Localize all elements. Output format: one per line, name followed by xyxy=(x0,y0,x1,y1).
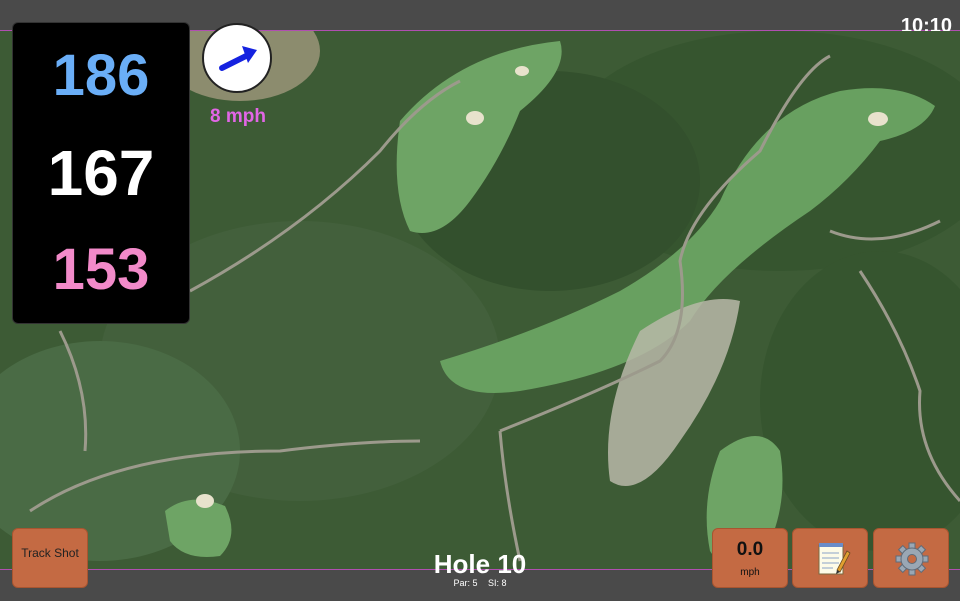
front-distance: 153 xyxy=(52,237,150,302)
wind-arrow-icon xyxy=(219,46,257,71)
track-shot-label: Track Shot xyxy=(21,546,79,560)
speed-unit: mph xyxy=(740,567,760,578)
par-label: Par: 5 xyxy=(453,578,478,588)
speed-button[interactable]: 0.0 mph xyxy=(712,528,788,588)
wind-dial xyxy=(202,23,272,93)
hole-title: Hole 10 xyxy=(433,549,527,579)
stroke-index-label: SI: 8 xyxy=(488,578,507,588)
track-shot-button[interactable]: Track Shot xyxy=(12,528,88,588)
middle-distance: 167 xyxy=(47,137,155,209)
gear-icon xyxy=(895,542,929,576)
hole-info: Par: 5 SI: 8 xyxy=(380,578,580,588)
settings-button[interactable] xyxy=(873,528,949,588)
speed-value: 0.0 xyxy=(736,539,764,560)
distance-panel: 186 167 153 xyxy=(12,22,190,324)
back-distance: 186 xyxy=(52,43,150,108)
notepad-icon xyxy=(818,543,851,575)
notes-button[interactable] xyxy=(792,528,868,588)
wind-speed-label: 8 mph xyxy=(210,106,266,127)
